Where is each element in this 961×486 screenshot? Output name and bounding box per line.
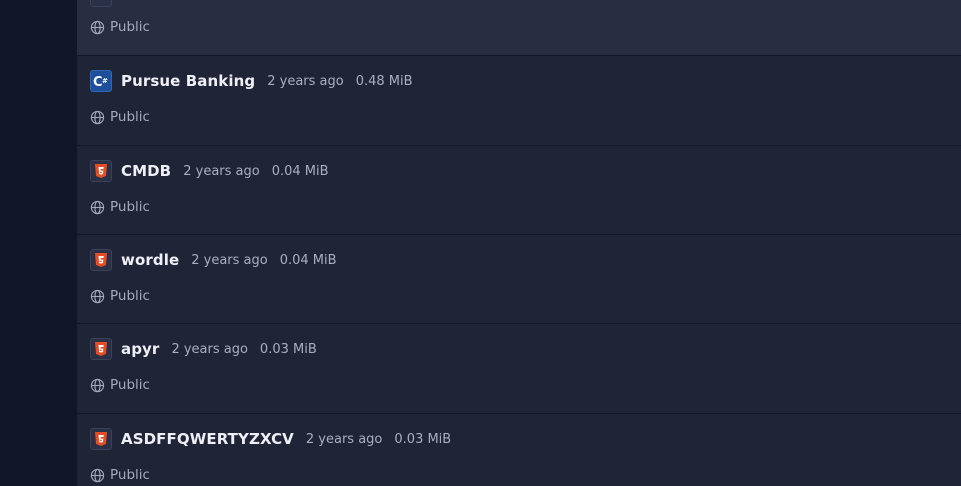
svg-text:#: # [102, 77, 108, 85]
repo-size: 0.48 MiB [355, 73, 413, 89]
repo-list: Public C # Pursue Banking 2 years ago 0.… [77, 0, 961, 486]
visibility-label: Public [110, 19, 150, 35]
repo-row[interactable]: ASDFFQWERTYZXCV 2 years ago 0.03 MiB Pub… [77, 414, 961, 486]
updated-time: 2 years ago [267, 73, 344, 89]
repo-row[interactable]: C # Pursue Banking 2 years ago 0.48 MiB … [77, 56, 961, 146]
html5-icon [90, 338, 112, 360]
repo-size: 0.03 MiB [259, 341, 317, 357]
html5-icon [90, 249, 112, 271]
updated-time: 2 years ago [305, 431, 383, 447]
globe-icon [90, 20, 105, 34]
globe-icon [90, 468, 105, 482]
repo-name-link[interactable]: apyr [121, 340, 159, 358]
sidebar [0, 0, 77, 486]
repo-row[interactable]: Public [77, 0, 961, 56]
repo-size: 0.03 MiB [394, 431, 452, 447]
html5-icon [90, 428, 112, 450]
globe-icon [90, 200, 105, 214]
visibility-label: Public [110, 467, 150, 483]
repo-name-link[interactable]: Pursue Banking [121, 72, 255, 90]
globe-icon [90, 378, 105, 392]
repo-row[interactable]: apyr 2 years ago 0.03 MiB Public [77, 324, 961, 414]
language-icon [90, 0, 112, 7]
updated-time: 2 years ago [171, 341, 248, 357]
visibility-label: Public [110, 377, 150, 393]
visibility-label: Public [110, 288, 150, 304]
repo-row[interactable]: CMDB 2 years ago 0.04 MiB Public [77, 146, 961, 235]
updated-time: 2 years ago [191, 252, 268, 268]
repo-size: 0.04 MiB [271, 163, 329, 179]
repo-name-link[interactable]: ASDFFQWERTYZXCV [121, 430, 294, 448]
html5-icon [90, 160, 112, 182]
visibility-label: Public [110, 109, 150, 125]
csharp-icon: C # [90, 70, 112, 92]
repo-name-link[interactable]: CMDB [121, 162, 171, 180]
repo-row[interactable]: wordle 2 years ago 0.04 MiB Public [77, 235, 961, 324]
repo-size: 0.04 MiB [279, 252, 337, 268]
globe-icon [90, 289, 105, 303]
repo-name-link[interactable]: wordle [121, 251, 179, 269]
updated-time: 2 years ago [183, 163, 260, 179]
visibility-label: Public [110, 199, 150, 215]
globe-icon [90, 110, 105, 124]
